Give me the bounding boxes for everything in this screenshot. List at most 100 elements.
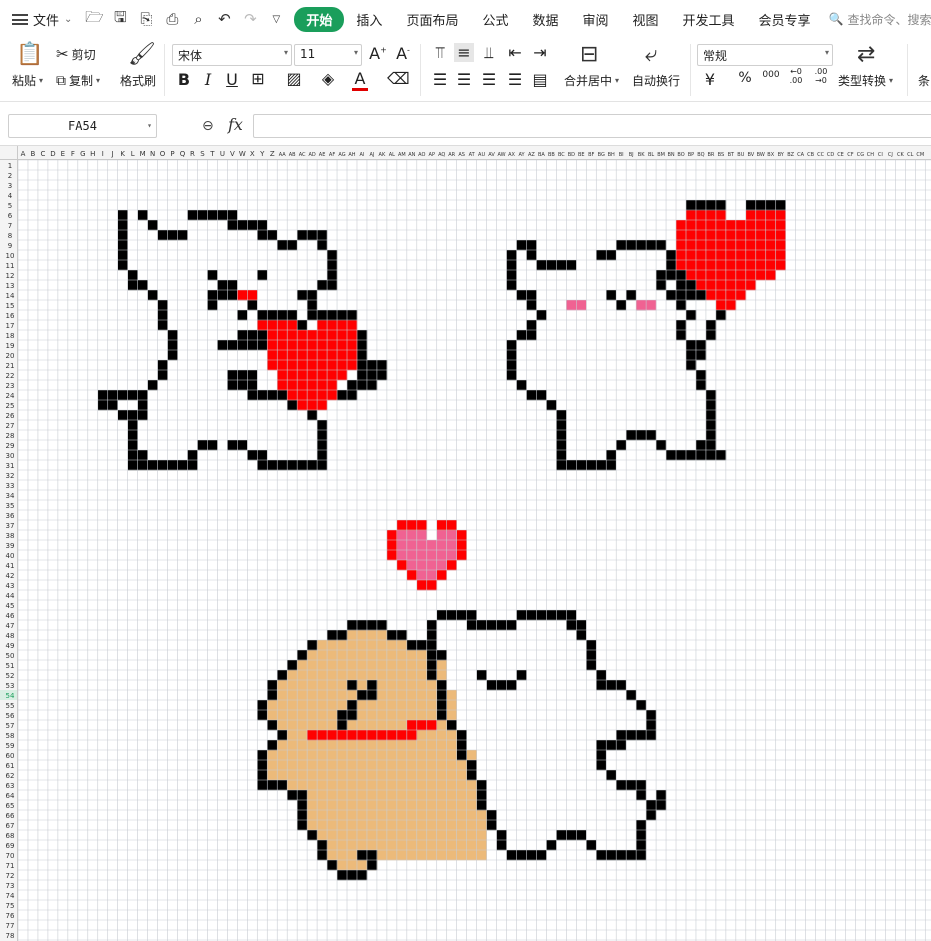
row-label[interactable]: 22 bbox=[6, 372, 15, 380]
column-label[interactable]: M bbox=[140, 150, 146, 158]
row-label[interactable]: 4 bbox=[8, 192, 13, 200]
row-label[interactable]: 31 bbox=[6, 462, 15, 470]
row-label[interactable]: 1 bbox=[8, 162, 12, 170]
row-label[interactable]: 19 bbox=[6, 342, 15, 350]
row-label[interactable]: 51 bbox=[6, 662, 15, 670]
print-preview-icon[interactable]: ⌕ bbox=[188, 9, 208, 29]
row-label[interactable]: 63 bbox=[6, 782, 15, 790]
column-label[interactable]: BZ bbox=[787, 152, 794, 158]
column-label[interactable]: BQ bbox=[697, 152, 704, 158]
tab-3[interactable]: 公式 bbox=[470, 10, 520, 29]
formula-input[interactable] bbox=[253, 114, 931, 138]
font-size-select[interactable]: 11 ▾ bbox=[294, 44, 362, 66]
increase-font-icon[interactable]: A+ bbox=[368, 44, 388, 63]
column-label[interactable]: K bbox=[120, 150, 125, 158]
row-label[interactable]: 66 bbox=[6, 812, 15, 820]
cell-grid[interactable] bbox=[18, 160, 931, 941]
percent-button[interactable]: % bbox=[735, 70, 755, 86]
row-label[interactable]: 59 bbox=[6, 742, 15, 750]
column-label[interactable]: AN bbox=[408, 152, 415, 158]
column-label[interactable]: AB bbox=[289, 152, 296, 158]
row-label[interactable]: 57 bbox=[6, 722, 15, 730]
row-label[interactable]: 50 bbox=[6, 652, 15, 660]
row-label[interactable]: 72 bbox=[6, 872, 15, 880]
column-label[interactable]: CK bbox=[897, 152, 904, 158]
column-label[interactable]: CH bbox=[867, 152, 874, 158]
font-name-select[interactable]: 宋体 ▾ bbox=[172, 44, 292, 66]
row-label[interactable]: 9 bbox=[8, 242, 12, 250]
column-label[interactable]: CC bbox=[817, 152, 824, 158]
column-label[interactable]: Y bbox=[259, 150, 265, 158]
column-label[interactable]: BY bbox=[778, 152, 785, 158]
row-label[interactable]: 12 bbox=[6, 272, 15, 280]
row-label[interactable]: 11 bbox=[6, 262, 15, 270]
fill-color-icon[interactable]: ◈ bbox=[318, 69, 338, 88]
row-label[interactable]: 28 bbox=[6, 432, 15, 440]
column-label[interactable]: BP bbox=[688, 152, 694, 158]
select-all-corner[interactable] bbox=[0, 146, 18, 159]
indent-decrease-icon[interactable]: ⇤ bbox=[505, 43, 525, 62]
file-menu-button[interactable]: 文件 ⌄ bbox=[0, 0, 80, 38]
row-label[interactable]: 41 bbox=[6, 562, 15, 570]
row-label[interactable]: 2 bbox=[8, 172, 12, 180]
column-label[interactable]: C bbox=[40, 150, 45, 158]
undo-icon[interactable]: ↶ bbox=[214, 9, 234, 29]
row-label[interactable]: 76 bbox=[6, 912, 15, 920]
tab-5[interactable]: 审阅 bbox=[570, 10, 620, 29]
row-label[interactable]: 65 bbox=[6, 802, 15, 810]
decrease-font-icon[interactable]: A- bbox=[393, 44, 413, 63]
cut-button[interactable]: ✂ 剪切 bbox=[56, 45, 96, 63]
zoom-icon[interactable]: ⊖ bbox=[202, 118, 214, 134]
row-label[interactable]: 47 bbox=[6, 622, 15, 630]
column-label[interactable]: BB bbox=[548, 152, 555, 158]
wrap-text-icon[interactable]: ⤶ bbox=[645, 42, 657, 67]
tab-1[interactable]: 插入 bbox=[344, 10, 394, 29]
row-label[interactable]: 74 bbox=[6, 892, 15, 900]
align-right-icon[interactable]: ☰ bbox=[479, 70, 499, 89]
row-label[interactable]: 71 bbox=[6, 862, 15, 870]
customize-icon[interactable]: ▽ bbox=[266, 9, 286, 29]
fx-icon[interactable]: fx bbox=[228, 115, 243, 134]
row-label[interactable]: 7 bbox=[8, 222, 12, 230]
column-label[interactable]: BW bbox=[757, 152, 765, 158]
column-label[interactable]: BF bbox=[588, 152, 594, 158]
column-label[interactable]: CE bbox=[837, 152, 844, 158]
column-label[interactable]: CG bbox=[857, 152, 864, 158]
row-label[interactable]: 8 bbox=[8, 232, 12, 240]
brush-icon[interactable]: 🖌 bbox=[128, 42, 156, 67]
row-label[interactable]: 18 bbox=[6, 332, 15, 340]
column-label[interactable]: AI bbox=[360, 152, 365, 158]
column-label[interactable]: BA bbox=[538, 152, 545, 158]
italic-icon[interactable]: I bbox=[198, 70, 218, 89]
row-label[interactable]: 40 bbox=[6, 552, 15, 560]
column-label[interactable]: BI bbox=[619, 152, 624, 158]
row-label[interactable]: 36 bbox=[6, 512, 15, 520]
column-label[interactable]: AO bbox=[418, 152, 425, 158]
merge-cells-icon[interactable]: ⊟ bbox=[580, 42, 598, 67]
column-label[interactable]: AR bbox=[448, 152, 455, 158]
redo-icon[interactable]: ↷ bbox=[240, 9, 260, 29]
row-label[interactable]: 48 bbox=[6, 632, 15, 640]
column-label[interactable]: F bbox=[71, 150, 75, 158]
column-label[interactable]: P bbox=[170, 150, 174, 158]
row-label[interactable]: 26 bbox=[6, 412, 15, 420]
row-label[interactable]: 46 bbox=[6, 612, 15, 620]
indent-increase-icon[interactable]: ⇥ bbox=[530, 43, 550, 62]
tab-6[interactable]: 视图 bbox=[621, 10, 671, 29]
column-label[interactable]: AL bbox=[389, 152, 395, 158]
column-label[interactable]: AU bbox=[478, 152, 485, 158]
column-label[interactable]: AY bbox=[518, 152, 525, 158]
row-label[interactable]: 70 bbox=[6, 852, 15, 860]
row-label[interactable]: 53 bbox=[6, 682, 15, 690]
column-label[interactable]: H bbox=[90, 150, 95, 158]
column-label[interactable]: AJ bbox=[369, 152, 374, 158]
column-label[interactable]: CD bbox=[827, 152, 834, 158]
decrease-decimal-button[interactable]: .00 →0 bbox=[810, 67, 832, 85]
row-label[interactable]: 39 bbox=[6, 542, 15, 550]
row-label[interactable]: 23 bbox=[6, 382, 15, 390]
format-painter-button[interactable]: 格式刷 bbox=[120, 72, 156, 89]
column-label[interactable]: A bbox=[21, 150, 26, 158]
column-label[interactable]: I bbox=[102, 150, 104, 158]
column-label[interactable]: CL bbox=[907, 152, 913, 158]
row-label[interactable]: 42 bbox=[6, 572, 15, 580]
